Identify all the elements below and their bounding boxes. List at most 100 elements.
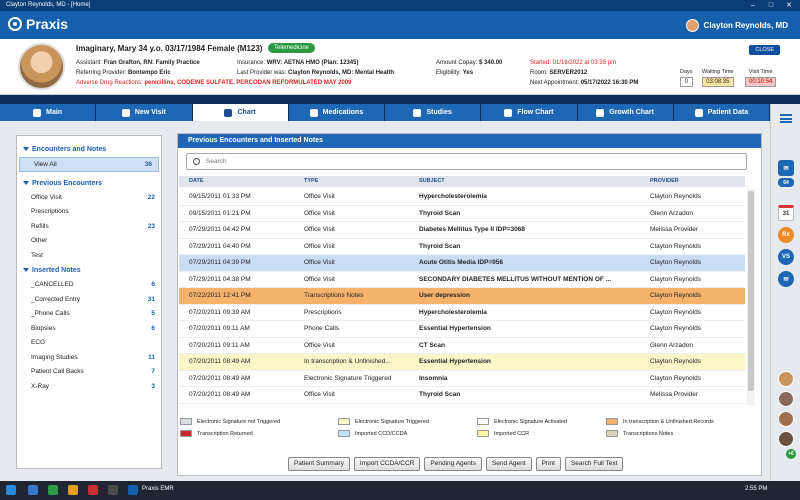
table-row[interactable]: 07/29/2011 04:38 PM Office Visit SECONDARY… [179, 272, 745, 288]
sidebar-item-phone-calls[interactable]: _Phone Calls 5 [17, 307, 161, 322]
user-menu[interactable]: Clayton Reynolds, MD [685, 19, 788, 32]
legend-swatch [477, 430, 489, 437]
user-icon [33, 108, 42, 117]
eligibility-line: Eligibility: Yes [436, 70, 474, 76]
tab-medications[interactable]: Medications [288, 104, 384, 121]
send-agent-button[interactable]: Send Agent [485, 457, 532, 471]
maximize-icon[interactable]: □ [762, 0, 780, 11]
file-explorer-icon[interactable] [68, 485, 78, 495]
cell-subject: CT Scan [419, 341, 446, 349]
print-button[interactable]: Print [535, 457, 561, 471]
section-encounters-and-notes[interactable]: Encounters and Notes [17, 142, 161, 157]
legend-label: Electronic Signature Activated [494, 418, 568, 425]
tab-main[interactable]: Main [0, 104, 96, 121]
sidebar-item-cancelled[interactable]: _CANCELLED 6 [17, 278, 161, 293]
search-input[interactable] [206, 158, 726, 165]
cell-type: Electronic Signature Triggered [304, 374, 392, 382]
word-icon[interactable] [28, 485, 38, 495]
cell-provider: Clayton Reynolds [650, 325, 701, 332]
column-header-subject[interactable]: SUBJECT [419, 176, 445, 187]
windows-start-icon[interactable] [6, 485, 16, 495]
column-header-type[interactable]: TYPE [304, 176, 318, 187]
tab-flow-chart[interactable]: Flow Chart [481, 104, 577, 121]
cell-type: Office Visit [304, 193, 335, 200]
sidebar-item-patient-call-backs[interactable]: Patient Call Backs 7 [17, 365, 161, 380]
cell-date: 07/29/2011 04:39 PM [189, 259, 251, 266]
sidebar-item-biopsies[interactable]: Biopsies 6 [17, 322, 161, 337]
contact-avatar-4[interactable] [778, 431, 794, 447]
cell-date: 07/20/2011 09:39 AM [189, 308, 251, 316]
cell-type: Office Visit [304, 226, 335, 233]
sidebar-item-corrected-entry[interactable]: _Corrected Entry 31 [17, 293, 161, 308]
table-row[interactable]: 07/29/2011 04:40 PM Office Visit Thyroid S… [179, 239, 745, 255]
sidebar-item-refills[interactable]: Refills 23 [17, 220, 161, 235]
sidebar-item-x-ray[interactable]: X-Ray 3 [17, 380, 161, 395]
table-row[interactable]: 09/15/2011 01:21 PM Office Visit Thyroid S… [179, 206, 745, 222]
excel-icon[interactable] [48, 485, 58, 495]
taskbar-app-label[interactable]: Praxis EMR [142, 486, 174, 492]
contact-avatar-2[interactable] [778, 391, 794, 407]
sidebar-item-test[interactable]: Test [17, 249, 161, 264]
tab-patient-data[interactable]: Patient Data [673, 104, 769, 121]
table-row[interactable]: 07/20/2011 08:49 AM Electronic Signature … [179, 371, 745, 387]
patient-summary-button[interactable]: Patient Summary [288, 457, 350, 471]
cell-date: 07/20/2011 09:11 AM [189, 341, 250, 349]
rx-icon[interactable]: Rx [778, 227, 794, 243]
praxis-task-icon[interactable] [128, 485, 138, 495]
table-row[interactable]: 07/20/2011 09:39 AM Prescriptions Hypercho… [179, 305, 745, 321]
sidebar-item-view-all[interactable]: View All 36 [19, 157, 159, 172]
tab-chart[interactable]: Chart [192, 104, 288, 121]
pending-agents-button[interactable]: Pending Agents [424, 457, 482, 471]
tab-studies[interactable]: Studies [385, 104, 481, 121]
legend-item: Transcriptions Notes [606, 430, 673, 437]
table-row[interactable]: 07/22/2011 12:41 PM Transcriptions Notes U… [179, 288, 745, 305]
contact-avatar-3[interactable] [778, 411, 794, 427]
table-row[interactable]: 07/20/2011 08:49 AM Office Visit Thyroid S… [179, 387, 745, 404]
calendar-icon[interactable]: 31 [778, 205, 794, 221]
messages-icon[interactable]: ✉ [778, 271, 794, 287]
hamburger-menu-icon[interactable] [780, 114, 792, 123]
praxis-logo: Praxis [8, 16, 68, 32]
section-previous-encounters[interactable]: Previous Encounters [17, 176, 161, 191]
section-inserted-notes[interactable]: Inserted Notes [17, 263, 161, 278]
table-scrollbar[interactable] [747, 189, 755, 405]
legend-label: Imported CCR [494, 430, 530, 437]
sidebar-item-other[interactable]: Other [17, 234, 161, 249]
contact-avatar-1[interactable] [778, 371, 794, 387]
taskbar-clock[interactable]: 2:55 PM [745, 486, 767, 492]
table-row[interactable]: 07/20/2011 09:11 AM Phone Calls Essential … [179, 321, 745, 338]
table-row[interactable]: 07/29/2011 04:39 PM Office Visit Acute Oti… [179, 255, 745, 272]
visit-time-stat: Visit Time 00:10:54 [745, 69, 777, 87]
scrollbar-thumb[interactable] [748, 191, 754, 391]
import-ccda-ccr-button[interactable]: Import CCDA/CCR [353, 457, 421, 471]
close-window-icon[interactable]: ✕ [780, 0, 798, 11]
filezilla-icon[interactable] [88, 485, 98, 495]
table-row[interactable]: 09/15/2011 01:33 PM Office Visit Hyperchol… [179, 189, 745, 206]
cell-subject: Acute Otitis Media IDP=956 [419, 259, 503, 266]
sidebar-item-office-visit[interactable]: Office Visit 22 [17, 191, 161, 206]
minimize-icon[interactable]: – [744, 0, 762, 11]
windows-taskbar: Praxis EMR 2:55 PM [0, 481, 800, 500]
cell-provider: Clayton Reynolds [650, 308, 701, 316]
column-header-date[interactable]: DATE [189, 176, 204, 187]
telemedicine-badge[interactable]: Telemedicine [268, 43, 316, 53]
tab-growth-chart[interactable]: Growth Chart [577, 104, 673, 121]
close-patient-button[interactable]: CLOSE [749, 45, 780, 55]
cell-type: Office Visit [304, 242, 335, 250]
sidebar-item-ecg[interactable]: ECG [17, 336, 161, 351]
cell-subject: Thyroid Scan [419, 391, 461, 398]
table-row[interactable]: 07/20/2011 08:49 AM In transcription & Un… [179, 354, 745, 371]
sidebar-item-prescriptions[interactable]: Prescriptions [17, 205, 161, 220]
search-full-text-button[interactable]: Search Full Text [564, 457, 624, 471]
cell-type: Office Visit [304, 391, 335, 398]
table-row[interactable]: 07/29/2011 04:42 PM Office Visit Diabetes … [179, 222, 745, 239]
vital-signs-icon[interactable]: VS [778, 249, 794, 265]
more-contacts-badge[interactable]: +6 [786, 449, 796, 459]
table-row[interactable]: 07/20/2011 09:11 AM Office Visit CT Scan Gl… [179, 338, 745, 354]
mail-icon[interactable]: ✉ [778, 160, 794, 176]
column-header-provider[interactable]: PROVIDER [650, 176, 679, 187]
sidebar-item-imaging-studies[interactable]: Imaging Studies 11 [17, 351, 161, 366]
app-icon[interactable] [108, 485, 118, 495]
tab-new-visit[interactable]: New Visit [96, 104, 192, 121]
search-box[interactable] [186, 153, 747, 170]
